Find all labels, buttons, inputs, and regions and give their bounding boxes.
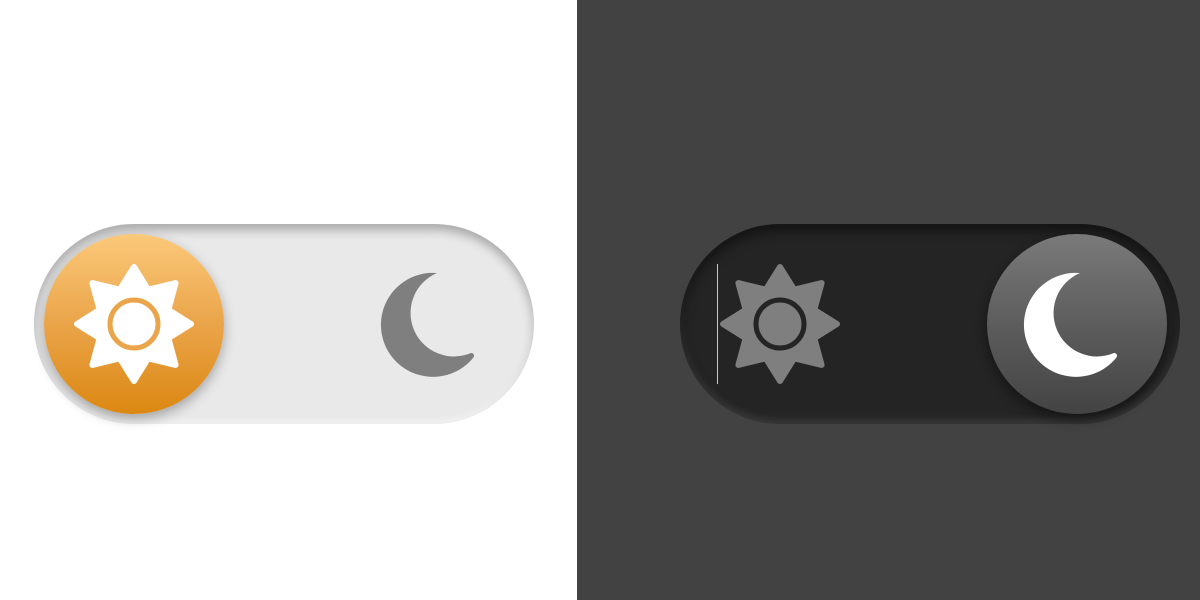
- dark-theme-panel: [577, 0, 1200, 600]
- theme-toggle-showcase: [0, 0, 1200, 600]
- text-cursor: [717, 264, 718, 384]
- moon-icon: [379, 269, 489, 379]
- toggle-knob-sun[interactable]: [44, 234, 224, 414]
- moon-icon: [1022, 269, 1132, 379]
- light-mode-toggle[interactable]: [34, 224, 534, 424]
- sun-icon: [69, 259, 199, 389]
- dark-mode-toggle[interactable]: [680, 224, 1180, 424]
- light-theme-panel: [0, 0, 577, 600]
- toggle-knob-moon[interactable]: [987, 234, 1167, 414]
- sun-icon: [715, 259, 845, 389]
